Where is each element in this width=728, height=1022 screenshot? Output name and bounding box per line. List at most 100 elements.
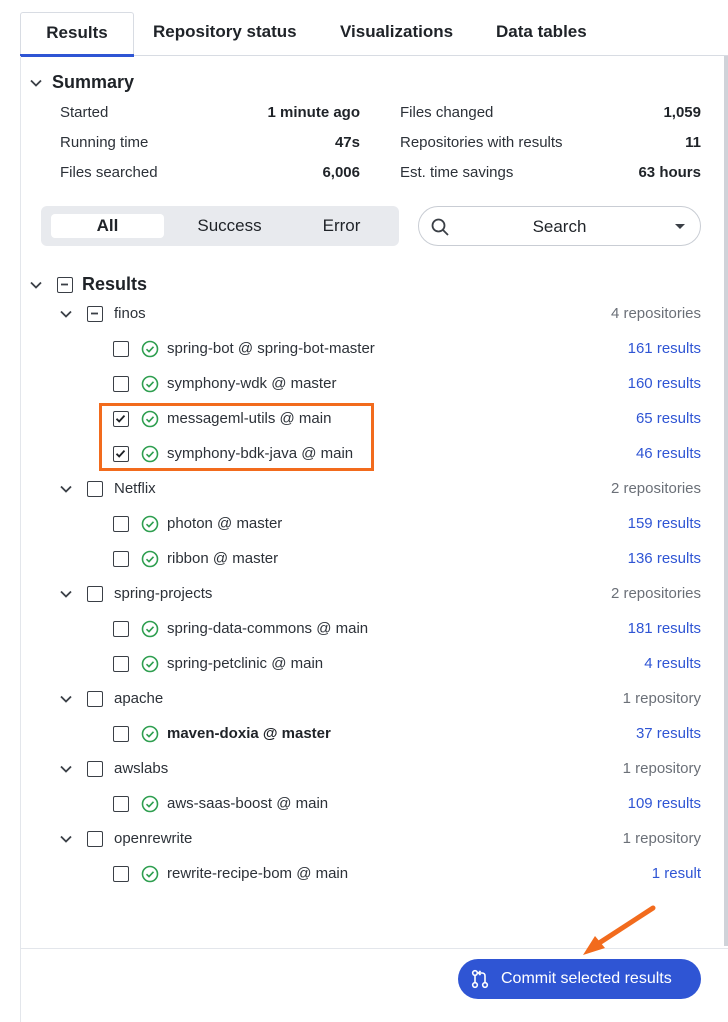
success-check-icon xyxy=(141,795,159,813)
stat-value-running-time: 47s xyxy=(334,134,360,151)
org-name: openrewrite xyxy=(114,830,193,847)
repo-checkbox[interactable] xyxy=(113,376,129,392)
repo-checkbox[interactable] xyxy=(113,341,129,357)
org-checkbox-openrewrite[interactable] xyxy=(87,831,103,847)
chevron-down-icon[interactable] xyxy=(59,587,73,601)
stat-label-files-changed: Files changed xyxy=(400,104,494,121)
success-check-icon xyxy=(141,620,159,638)
repo-name: symphony-wdk @ master xyxy=(167,375,337,392)
chevron-down-icon[interactable] xyxy=(29,278,43,292)
stat-value-repos-with-results: 11 xyxy=(685,134,701,151)
repo-checkbox[interactable] xyxy=(113,621,129,637)
repo-checkbox[interactable] xyxy=(113,866,129,882)
tab-data-tables[interactable]: Data tables xyxy=(496,12,616,56)
results-link[interactable]: 4 results xyxy=(560,655,701,672)
org-checkbox-finos[interactable] xyxy=(87,306,103,322)
repo-name: spring-petclinic @ main xyxy=(167,655,324,672)
search-dropdown[interactable]: Search xyxy=(418,206,701,246)
search-label: Search xyxy=(532,217,587,236)
chevron-down-icon[interactable] xyxy=(59,762,73,776)
success-check-icon xyxy=(141,375,159,393)
repo-name: spring-bot @ spring-bot-master xyxy=(167,340,375,357)
repo-checkbox[interactable] xyxy=(113,551,129,567)
stat-label-files-searched: Files searched xyxy=(60,164,158,181)
results-link[interactable]: 109 results xyxy=(560,795,701,812)
repo-name: photon @ master xyxy=(167,515,283,532)
tab-results-label: Results xyxy=(46,23,108,42)
results-link[interactable]: 136 results xyxy=(560,550,701,567)
stat-value-time-savings: 63 hours xyxy=(638,164,701,181)
repo-count: 4 repositories xyxy=(610,305,701,322)
org-checkbox-apache[interactable] xyxy=(87,691,103,707)
org-name: awslabs xyxy=(114,760,169,777)
repo-name: aws-saas-boost @ main xyxy=(167,795,329,812)
tab-data-tables-label: Data tables xyxy=(496,22,587,41)
filter-success[interactable]: Success xyxy=(173,214,286,238)
repo-checkbox[interactable] xyxy=(113,656,129,672)
tab-bar: Results Repository status Visualizations… xyxy=(20,0,728,57)
results-link[interactable]: 1 result xyxy=(560,865,701,882)
results-link[interactable]: 65 results xyxy=(560,410,701,427)
results-title: Results xyxy=(82,274,148,294)
repo-name: maven-doxia @ master xyxy=(167,725,331,742)
caret-down-icon xyxy=(675,224,685,229)
status-filter: All Success Error xyxy=(41,206,399,246)
stat-label-repos-with-results: Repositories with results xyxy=(400,134,563,151)
success-check-icon xyxy=(141,655,159,673)
stat-label-started: Started xyxy=(60,104,109,121)
org-checkbox-awslabs[interactable] xyxy=(87,761,103,777)
results-link[interactable]: 161 results xyxy=(560,340,701,357)
results-link[interactable]: 46 results xyxy=(560,445,701,462)
stat-label-running-time: Running time xyxy=(60,134,149,151)
success-check-icon xyxy=(141,515,159,533)
repo-name: rewrite-recipe-bom @ main xyxy=(167,865,349,882)
success-check-icon xyxy=(141,865,159,883)
results-link[interactable]: 159 results xyxy=(560,515,701,532)
results-link[interactable]: 37 results xyxy=(560,725,701,742)
scrollbar[interactable] xyxy=(724,56,728,946)
org-name: Netflix xyxy=(114,480,156,497)
repo-checkbox[interactable] xyxy=(113,796,129,812)
org-name: apache xyxy=(114,690,164,707)
filter-all[interactable]: All xyxy=(51,214,164,238)
tab-visualizations-label: Visualizations xyxy=(340,22,454,41)
success-check-icon xyxy=(141,340,159,358)
tab-repository-status[interactable]: Repository status xyxy=(153,12,323,56)
org-name: finos xyxy=(114,305,146,322)
stat-value-files-changed: 1,059 xyxy=(663,104,701,121)
stat-value-files-searched: 6,006 xyxy=(322,164,360,181)
chevron-down-icon[interactable] xyxy=(59,482,73,496)
chevron-down-icon[interactable] xyxy=(59,832,73,846)
git-pull-request-icon xyxy=(471,969,489,989)
success-check-icon xyxy=(141,550,159,568)
org-checkbox-netflix[interactable] xyxy=(87,481,103,497)
chevron-down-icon[interactable] xyxy=(59,307,73,321)
repo-count: 2 repositories xyxy=(610,480,701,497)
repo-count: 1 repository xyxy=(622,830,701,847)
filter-error[interactable]: Error xyxy=(285,214,398,238)
tab-visualizations[interactable]: Visualizations xyxy=(340,12,480,56)
chevron-down-icon[interactable] xyxy=(29,76,43,90)
results-link[interactable]: 181 results xyxy=(560,620,701,637)
repo-checkbox[interactable] xyxy=(113,516,129,532)
repo-count: 2 repositories xyxy=(610,585,701,602)
selection-highlight-box xyxy=(99,403,374,471)
commit-button-label: Commit selected results xyxy=(501,970,672,987)
org-name: spring-projects xyxy=(114,585,213,602)
stat-value-started: 1 minute ago xyxy=(267,104,360,121)
summary-title: Summary xyxy=(52,72,135,92)
results-select-all-checkbox[interactable] xyxy=(57,277,73,293)
repo-count: 1 repository xyxy=(622,760,701,777)
results-link[interactable]: 160 results xyxy=(560,375,701,392)
repo-count: 1 repository xyxy=(622,690,701,707)
annotation-arrow-icon xyxy=(583,905,656,955)
org-checkbox-spring-projects[interactable] xyxy=(87,586,103,602)
success-check-icon xyxy=(141,725,159,743)
repo-name: ribbon @ master xyxy=(167,550,279,567)
repo-checkbox[interactable] xyxy=(113,726,129,742)
commit-selected-results-button[interactable]: Commit selected results xyxy=(458,959,701,999)
tab-repository-status-label: Repository status xyxy=(153,22,297,41)
chevron-down-icon[interactable] xyxy=(59,692,73,706)
repo-name: spring-data-commons @ main xyxy=(167,620,369,637)
tab-results[interactable]: Results xyxy=(20,12,134,57)
